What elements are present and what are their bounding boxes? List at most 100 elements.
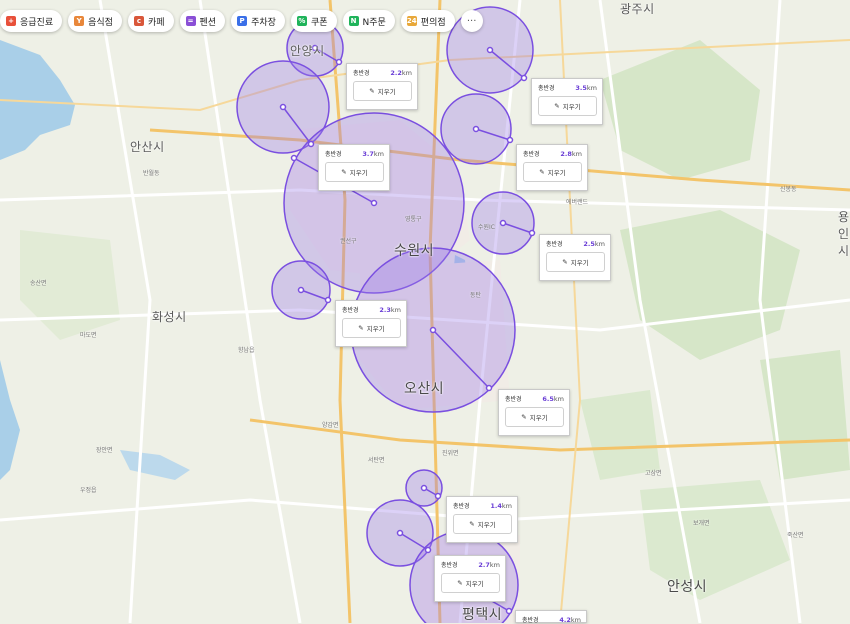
radius-unit: km (553, 395, 564, 403)
radius-info-box: 총반경 2.3km ✎ 지우기 (335, 300, 407, 347)
radius-label: 총반경 (325, 151, 342, 158)
radius-info-box: 총반경 3.7km ✎ 지우기 (318, 144, 390, 191)
radius-info-box: 총반경 2.2km ✎ 지우기 (346, 63, 418, 110)
eraser-icon: ✎ (469, 520, 475, 528)
more-button[interactable]: ··· (460, 10, 483, 32)
chip-order[interactable]: N N주문 (342, 10, 395, 32)
restaurant-icon: Y (74, 16, 85, 26)
city-label-osan: 오산시 (404, 381, 445, 397)
eraser-icon: ✎ (554, 102, 560, 110)
district-label: 동탄 (470, 292, 482, 299)
chip-pension[interactable]: = 펜션 (179, 10, 226, 32)
radius-info-box: 총반경 3.5km ✎ 지우기 (531, 78, 603, 125)
eraser-icon: ✎ (358, 324, 364, 332)
radius-label: 총반경 (353, 70, 370, 77)
district-label: 반월동 (143, 170, 160, 177)
radius-label: 총반경 (453, 503, 470, 510)
radius-value: 2.2 (390, 69, 402, 77)
parking-icon: P (237, 16, 248, 26)
eraser-icon: ✎ (539, 168, 545, 176)
chip-coupon[interactable]: % 쿠폰 (290, 10, 337, 32)
radius-info-box: 총반경 2.5km ✎ 지우기 (539, 234, 611, 281)
district-label: 권선구 (340, 238, 357, 245)
erase-button[interactable]: ✎ 지우기 (453, 514, 512, 534)
district-label: 우정읍 (80, 487, 97, 494)
more-icon: ··· (466, 15, 477, 27)
city-label-gwangju: 광주시 (620, 2, 655, 16)
erase-button[interactable]: ✎ 지우기 (538, 96, 597, 116)
city-label-suwon: 수원시 (394, 243, 435, 259)
erase-button[interactable]: ✎ 지우기 (523, 162, 582, 182)
chip-label: 쿠폰 (310, 17, 328, 28)
district-label: 에버랜드 (566, 199, 589, 206)
city-label-pyeongtaek: 평택시 (462, 607, 503, 623)
district-label: 마도면 (80, 332, 97, 339)
radius-info-box: 총반경 2.8km ✎ 지우기 (516, 144, 588, 191)
district-label: 죽산면 (787, 532, 804, 539)
radius-label: 총반경 (441, 562, 458, 569)
district-label: 장안면 (96, 447, 113, 454)
city-label-anyang: 안양시 (290, 44, 325, 58)
emergency-icon: + (6, 16, 16, 26)
erase-label: 지우기 (529, 414, 548, 422)
radius-unit: km (501, 502, 512, 510)
order-icon: N (348, 16, 359, 26)
radius-unit: km (390, 306, 401, 314)
chip-label: 편의점 (420, 17, 446, 28)
erase-button[interactable]: ✎ 지우기 (441, 573, 500, 593)
radius-value: 6.5 (542, 395, 554, 403)
district-label: 신봉동 (780, 186, 797, 193)
chip-store[interactable]: 24 편의점 (400, 10, 455, 32)
district-label: 진위면 (442, 450, 459, 457)
erase-label: 지우기 (477, 521, 496, 529)
radius-label: 총반경 (523, 151, 540, 158)
erase-button[interactable]: ✎ 지우기 (505, 407, 564, 427)
chip-label: 펜션 (199, 17, 217, 28)
chip-cafe[interactable]: c 카페 (127, 10, 174, 32)
eraser-icon: ✎ (521, 413, 527, 421)
radius-value: 2.8 (560, 150, 572, 158)
radius-info-box: 총반경 6.5km ✎ 지우기 (498, 389, 570, 436)
eraser-icon: ✎ (369, 87, 375, 95)
erase-label: 지우기 (366, 325, 385, 333)
city-label-hwaseong: 화성시 (152, 310, 187, 324)
radius-unit: km (401, 69, 412, 77)
chip-label: 응급진료 (20, 17, 54, 28)
radius-value: 3.5 (575, 84, 587, 92)
chip-label: 주차장 (251, 17, 276, 28)
erase-button[interactable]: ✎ 지우기 (342, 318, 401, 338)
city-label-anseong: 안성시 (667, 579, 708, 595)
bed-icon: = (185, 16, 196, 26)
city-label-ansan: 안산시 (130, 140, 165, 154)
erase-button[interactable]: ✎ 지우기 (546, 252, 605, 272)
chip-emergency[interactable]: + 응급진료 (0, 10, 63, 32)
map-canvas[interactable] (0, 0, 850, 623)
coupon-icon: % (296, 16, 307, 26)
erase-label: 지우기 (465, 580, 484, 588)
radius-info-box: 총반경 1.4km ✎ 지우기 (446, 496, 518, 543)
eraser-icon: ✎ (457, 579, 463, 587)
district-label: 서탄면 (368, 457, 385, 464)
store-icon: 24 (406, 16, 417, 26)
radius-label: 총반경 (505, 396, 522, 403)
radius-info-box: 총반경 4.2km (515, 610, 587, 624)
chip-label: N주문 (362, 17, 386, 28)
radius-unit: km (586, 84, 597, 92)
erase-label: 지우기 (547, 169, 566, 177)
radius-info-box: 총반경 2.7km ✎ 지우기 (434, 555, 506, 602)
category-filter-bar: + 응급진료 Y 음식점 c 카페 = 펜션 P 주차장 % 쿠폰 N N주문 24 편의점 ·… (0, 10, 483, 32)
district-label: 향남읍 (238, 347, 255, 354)
chip-restaurant[interactable]: Y 음식점 (68, 10, 122, 32)
chip-parking[interactable]: P 주차장 (231, 10, 285, 32)
erase-button[interactable]: ✎ 지우기 (325, 162, 384, 182)
radius-value: 2.3 (379, 306, 391, 314)
erase-button[interactable]: ✎ 지우기 (353, 81, 412, 101)
radius-label: 총반경 (342, 307, 359, 314)
erase-label: 지우기 (562, 103, 581, 111)
erase-label: 지우기 (570, 259, 589, 267)
eraser-icon: ✎ (562, 258, 568, 266)
radius-value: 2.7 (478, 561, 490, 569)
radius-unit: km (571, 150, 582, 158)
chip-label: 카페 (147, 17, 165, 28)
radius-value: 2.5 (583, 240, 595, 248)
